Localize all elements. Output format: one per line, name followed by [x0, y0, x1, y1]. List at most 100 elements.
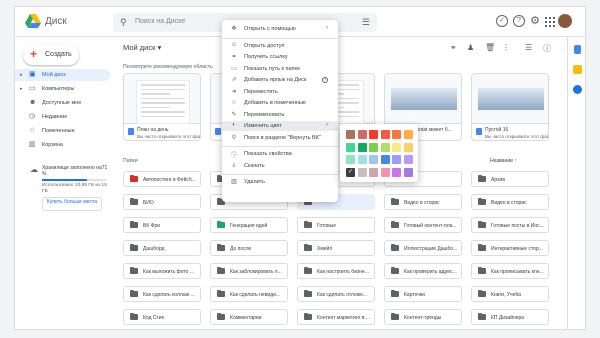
sidebar-item[interactable]: ▸ ▣ Мой диск: [15, 69, 110, 81]
folder-item[interactable]: ВК Фри: [123, 217, 201, 233]
suggested-file-card[interactable]: План на день Вы часто открываете этот фай…: [123, 73, 201, 141]
menu-item[interactable]: ✎ Переименовать: [222, 110, 338, 120]
sidebar-item[interactable]: ◷ Недавние: [15, 111, 110, 123]
menu-item[interactable]: ➜ Переместить: [222, 87, 338, 97]
color-swatch[interactable]: [392, 167, 401, 177]
menu-item[interactable]: ⓘ Показать свойства: [222, 149, 338, 159]
color-swatch[interactable]: [357, 167, 367, 177]
folder-item[interactable]: Карточки: [384, 286, 462, 302]
color-swatch[interactable]: [380, 130, 390, 139]
details-info-icon[interactable]: ⓘ: [543, 43, 551, 54]
sort-by-name-button[interactable]: Название ↑: [490, 158, 517, 164]
folder-item[interactable]: Как прописывать кле...: [471, 263, 549, 279]
folder-item[interactable]: Дашборд: [123, 240, 201, 256]
tasks-icon[interactable]: [573, 85, 582, 94]
color-swatch[interactable]: [380, 142, 390, 152]
folder-item[interactable]: КП Дизайнера: [471, 309, 549, 325]
folder-item[interactable]: Как сделать коллаж ...: [123, 286, 201, 302]
folder-item[interactable]: БИО: [123, 194, 201, 210]
folder-item[interactable]: Генерация идей: [210, 217, 288, 233]
sidebar-item[interactable]: ☻ Доступные мне: [15, 97, 110, 109]
folder-item[interactable]: Видео в сторис: [384, 194, 462, 210]
add-person-icon[interactable]: ♟: [467, 43, 474, 52]
folder-item[interactable]: Как настроить бизне...: [297, 263, 375, 279]
color-swatch[interactable]: [369, 155, 378, 164]
menu-item[interactable]: ☺ Открыть доступ: [222, 41, 338, 51]
color-swatch[interactable]: [380, 167, 390, 177]
calendar-icon[interactable]: [574, 45, 581, 54]
search-placeholder[interactable]: Поиск на Диске: [135, 18, 185, 25]
color-swatch[interactable]: [392, 142, 401, 152]
color-swatch[interactable]: [369, 130, 378, 139]
drive-logo-icon[interactable]: [25, 14, 41, 28]
suggested-file-card[interactable]: Пустой 16 Вы часто открываете этот файл: [471, 73, 549, 141]
color-swatch[interactable]: [403, 167, 413, 177]
color-swatch[interactable]: [369, 167, 378, 177]
link-icon[interactable]: ⚭: [450, 43, 457, 52]
folder-item[interactable]: Книги, Учеба: [471, 286, 549, 302]
keep-icon[interactable]: [573, 65, 582, 74]
buy-storage-button[interactable]: Купить больше места: [42, 197, 102, 211]
menu-item[interactable]: ⇗ Добавить ярлык на Диск?: [222, 75, 338, 85]
folder-item[interactable]: Как сделать невиди...: [210, 286, 288, 302]
folder-item[interactable]: Готовые посты в Инс...: [471, 217, 549, 233]
folder-item[interactable]: Комментарии: [210, 309, 288, 325]
folder-item[interactable]: Как выложить фото ...: [123, 263, 201, 279]
trash-icon[interactable]: 🗑: [485, 43, 495, 52]
folder-item[interactable]: Интерактивные стор...: [471, 240, 549, 256]
folder-item[interactable]: Как сделать отложе...: [297, 286, 375, 302]
color-swatch[interactable]: [346, 142, 355, 152]
menu-item[interactable]: ✥ Открыть с помощью ›: [222, 24, 338, 34]
folder-item[interactable]: До после: [210, 240, 288, 256]
expand-arrow-icon[interactable]: ▸: [20, 86, 23, 92]
folder-item[interactable]: Готовые: [297, 217, 375, 233]
folder-item[interactable]: Видео в сторис: [471, 194, 549, 210]
folder-item[interactable]: Контент маркетинг в ...: [297, 309, 375, 325]
folder-item[interactable]: Как заблокировать п...: [210, 263, 288, 279]
apps-grid-icon[interactable]: [545, 17, 555, 27]
folder-item[interactable]: Автопостинг в Фейсб...: [123, 171, 201, 187]
help-icon[interactable]: ?: [513, 15, 525, 27]
menu-item[interactable]: ◐ Изменить цвет ›: [222, 121, 338, 131]
color-swatch[interactable]: [403, 155, 413, 164]
folder-item[interactable]: Контент-тренды: [384, 309, 462, 325]
page-title[interactable]: Мой диск ▾: [123, 43, 161, 52]
color-swatch[interactable]: ✓: [346, 167, 355, 177]
menu-item[interactable]: ⚲ Поиск в разделе "Вернуть ВК": [222, 133, 338, 143]
app-name[interactable]: Диск: [45, 16, 67, 27]
list-view-icon[interactable]: ☰: [525, 43, 532, 52]
folder-item[interactable]: Готовый контент-пла...: [384, 217, 462, 233]
color-swatch[interactable]: [392, 155, 401, 164]
more-options-icon[interactable]: ⋮: [502, 43, 510, 52]
folder-item[interactable]: Архив: [471, 171, 549, 187]
menu-item[interactable]: ⤓ Скачать: [222, 161, 338, 171]
color-swatch[interactable]: [357, 130, 367, 139]
color-swatch[interactable]: [346, 155, 355, 164]
create-button[interactable]: + Создать: [23, 45, 79, 65]
menu-item[interactable]: ▭ Показать путь к папке: [222, 64, 338, 74]
expand-arrow-icon[interactable]: ▸: [20, 72, 23, 78]
user-avatar[interactable]: [558, 14, 572, 28]
color-swatch[interactable]: [403, 130, 413, 139]
color-swatch[interactable]: [357, 142, 367, 152]
color-swatch[interactable]: [357, 155, 367, 164]
search-options-icon[interactable]: ☰: [362, 17, 370, 28]
folder-item[interactable]: Как проверить адрес...: [384, 263, 462, 279]
folder-item[interactable]: Код Стик: [123, 309, 201, 325]
sidebar-item[interactable]: ▥ Корзина: [15, 139, 110, 151]
folder-item[interactable]: Иллюстрации Дашбо...: [384, 240, 462, 256]
color-swatch[interactable]: [346, 130, 355, 139]
menu-item[interactable]: ☆ Добавить в помеченные: [222, 98, 338, 108]
storage-title[interactable]: Хранилище заполнено на71 %: [42, 165, 112, 177]
color-swatch[interactable]: [369, 142, 378, 152]
folder-item[interactable]: Хмейл: [297, 240, 375, 256]
color-swatch[interactable]: [403, 142, 413, 152]
settings-gear-icon[interactable]: ⚙: [529, 15, 541, 27]
sidebar-item[interactable]: ☆ Помеченные: [15, 125, 110, 137]
offline-status-icon[interactable]: ✓: [496, 15, 508, 27]
search-icon[interactable]: ⚲: [120, 17, 127, 28]
help-icon[interactable]: ?: [322, 77, 328, 83]
menu-item[interactable]: ▥ Удалить: [222, 177, 338, 187]
sidebar-item[interactable]: ▸ ▭ Компьютеры: [15, 83, 110, 95]
color-swatch[interactable]: [392, 130, 401, 139]
